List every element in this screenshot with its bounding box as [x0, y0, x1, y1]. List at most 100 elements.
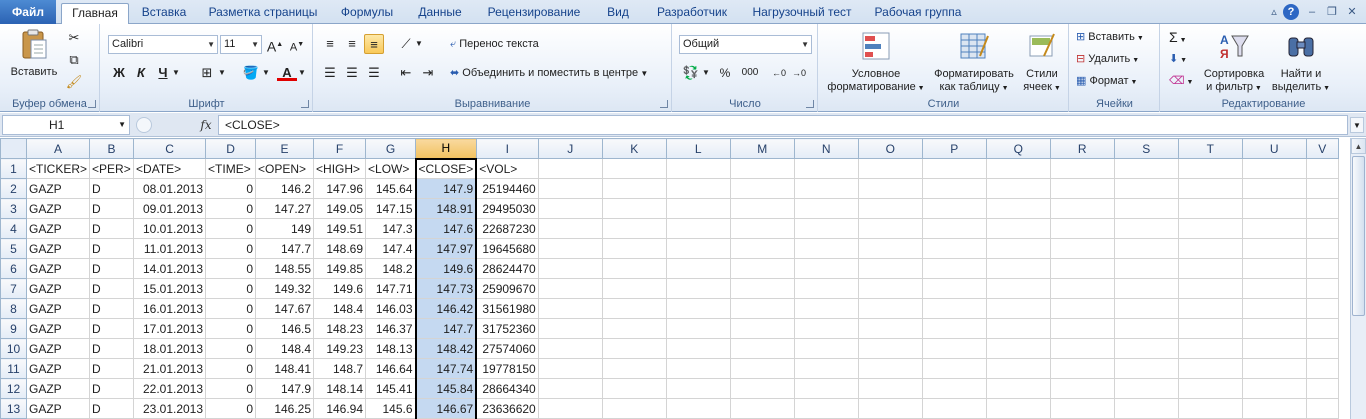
cell[interactable]: D [89, 198, 135, 219]
cell[interactable] [537, 178, 603, 199]
cell[interactable] [1305, 158, 1339, 179]
cell[interactable] [857, 258, 923, 279]
cell[interactable] [793, 398, 859, 419]
cell[interactable]: 149.32 [255, 278, 315, 299]
align-top-icon[interactable]: ≡ [320, 34, 340, 54]
cell[interactable] [921, 358, 987, 379]
cell[interactable] [921, 398, 987, 419]
number-launcher-icon[interactable] [806, 100, 814, 108]
cell[interactable]: 145.84 [414, 378, 478, 399]
cell[interactable] [1049, 158, 1115, 179]
cell[interactable] [1177, 218, 1243, 239]
cell[interactable] [985, 178, 1051, 199]
cell[interactable] [1049, 258, 1115, 279]
cell[interactable]: 16.01.2013 [133, 298, 207, 319]
column-header[interactable]: K [601, 138, 667, 159]
cell[interactable]: <OPEN> [255, 158, 315, 179]
cell[interactable]: <TIME> [205, 158, 257, 179]
cell[interactable]: D [89, 218, 135, 239]
cell[interactable]: 23.01.2013 [133, 398, 207, 419]
column-header[interactable]: G [365, 138, 417, 159]
cell[interactable]: <LOW> [365, 158, 417, 179]
cell[interactable]: 145.6 [365, 398, 417, 419]
cell[interactable] [985, 398, 1051, 419]
cell[interactable] [1049, 318, 1115, 339]
cell[interactable] [1177, 258, 1243, 279]
cell[interactable]: 149.85 [313, 258, 367, 279]
cell[interactable] [1113, 218, 1179, 239]
cell[interactable] [1241, 218, 1307, 239]
cell[interactable]: 145.41 [365, 378, 417, 399]
cell[interactable] [665, 198, 731, 219]
cell[interactable]: 18.01.2013 [133, 338, 207, 359]
cell[interactable] [921, 238, 987, 259]
column-header[interactable]: H [415, 138, 477, 159]
cell[interactable] [537, 378, 603, 399]
cell[interactable] [537, 338, 603, 359]
column-header[interactable]: O [857, 138, 923, 159]
cell[interactable] [1049, 178, 1115, 199]
column-header[interactable]: L [665, 138, 731, 159]
cell[interactable] [921, 378, 987, 399]
cell[interactable]: 145.64 [365, 178, 417, 199]
cell[interactable] [1241, 238, 1307, 259]
cell[interactable] [601, 158, 667, 179]
column-header[interactable]: A [25, 138, 91, 159]
cell[interactable]: 149 [255, 218, 315, 239]
cell[interactable]: 148.2 [365, 258, 417, 279]
cell[interactable] [1049, 358, 1115, 379]
paste-button[interactable]: Вставить [4, 28, 64, 79]
clear-button[interactable]: ⌫ ▼ [1169, 71, 1193, 91]
row-header[interactable]: 13 [0, 398, 27, 419]
cell[interactable] [537, 358, 603, 379]
column-header[interactable]: E [255, 138, 315, 159]
cell[interactable]: 147.67 [255, 298, 315, 319]
cell[interactable]: 146.03 [365, 298, 417, 319]
cell[interactable]: GAZP [25, 198, 91, 219]
cell[interactable] [1241, 298, 1307, 319]
cell[interactable]: 11.01.2013 [133, 238, 207, 259]
tab-team[interactable]: Рабочая группа [866, 3, 970, 24]
column-header[interactable]: S [1113, 138, 1179, 159]
cell[interactable] [1113, 198, 1179, 219]
cell[interactable] [1049, 238, 1115, 259]
cell[interactable] [921, 258, 987, 279]
scrollbar-thumb[interactable] [1352, 156, 1365, 316]
cell[interactable]: 146.5 [255, 318, 315, 339]
cell[interactable]: 0 [205, 218, 257, 239]
row-header[interactable]: 9 [0, 318, 27, 339]
cell[interactable]: 147.74 [414, 358, 478, 379]
cell[interactable]: 31561980 [475, 298, 539, 319]
decrease-indent-icon[interactable]: ⇤ [396, 63, 416, 83]
cell[interactable] [793, 298, 859, 319]
cell[interactable]: GAZP [25, 378, 91, 399]
cell[interactable] [601, 318, 667, 339]
cell[interactable]: 147.15 [365, 198, 417, 219]
cell[interactable] [793, 378, 859, 399]
cell[interactable] [857, 358, 923, 379]
cell[interactable] [1113, 378, 1179, 399]
cell[interactable]: 27574060 [475, 338, 539, 359]
column-header[interactable]: R [1049, 138, 1115, 159]
tab-home[interactable]: Главная [61, 3, 129, 25]
cell[interactable]: 0 [205, 198, 257, 219]
cell[interactable] [1113, 278, 1179, 299]
cell[interactable]: 147.9 [255, 378, 315, 399]
insert-function-button[interactable]: fx [196, 115, 216, 135]
tab-view[interactable]: Вид [596, 3, 640, 24]
column-header[interactable]: N [793, 138, 859, 159]
cell[interactable] [665, 378, 731, 399]
cell[interactable] [1305, 218, 1339, 239]
cell[interactable] [601, 238, 667, 259]
cell[interactable] [1177, 318, 1243, 339]
row-header[interactable]: 8 [0, 298, 27, 319]
cell[interactable]: 148.14 [313, 378, 367, 399]
tab-page-layout[interactable]: Разметка страницы [200, 3, 326, 24]
tab-data[interactable]: Данные [408, 3, 472, 24]
cell[interactable] [793, 278, 859, 299]
expand-formula-bar-icon[interactable]: ▼ [1350, 117, 1364, 133]
cell[interactable]: 25194460 [475, 178, 539, 199]
cell[interactable]: 0 [205, 238, 257, 259]
cell[interactable]: 146.2 [255, 178, 315, 199]
cell[interactable] [921, 278, 987, 299]
